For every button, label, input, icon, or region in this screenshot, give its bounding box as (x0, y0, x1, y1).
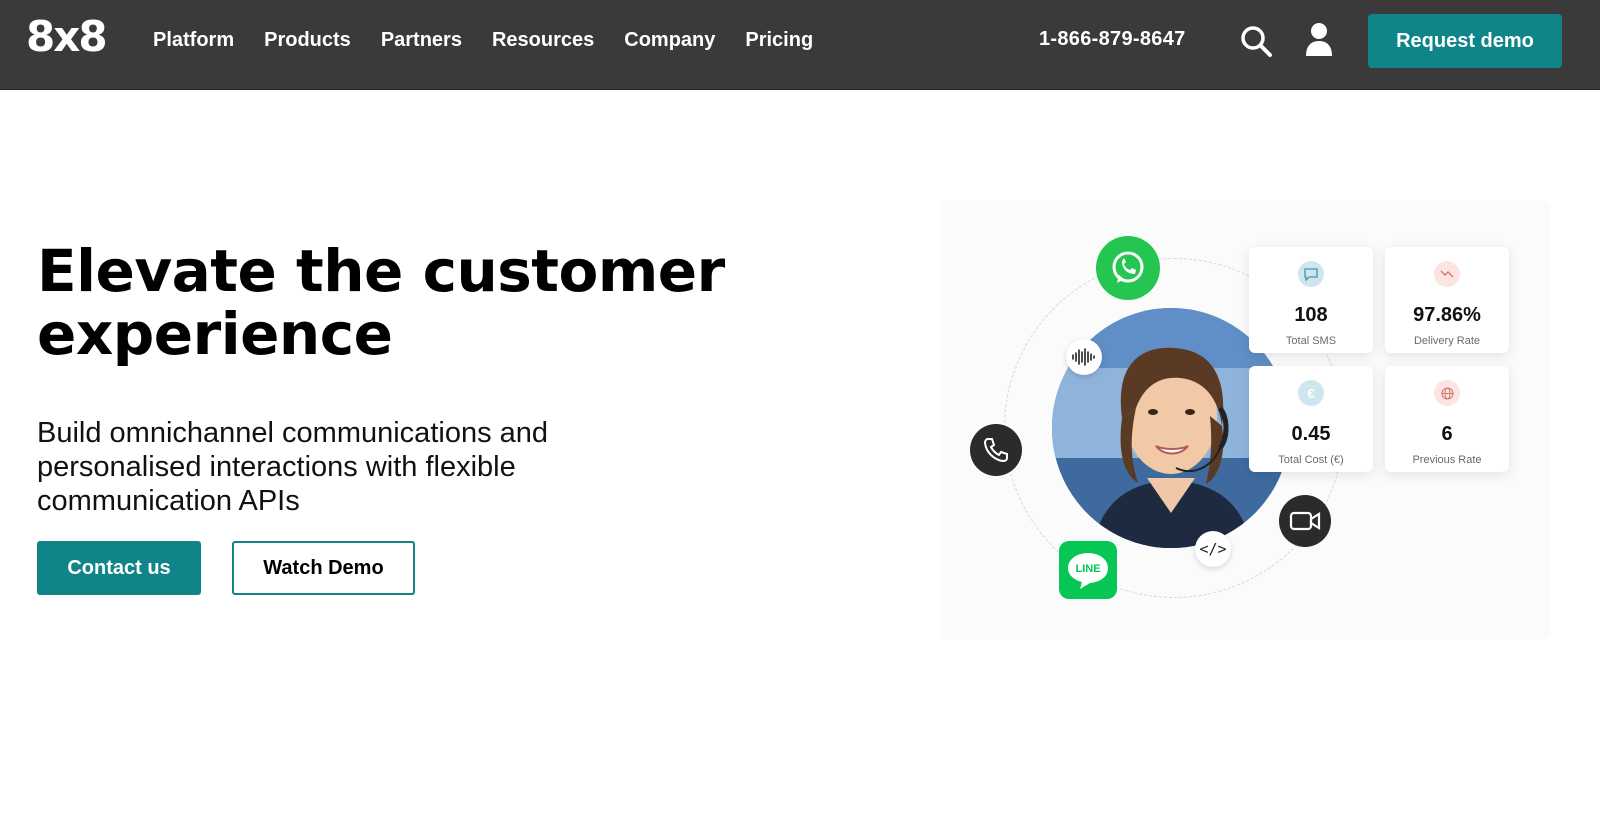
nav-link-partners[interactable]: Partners (381, 26, 462, 54)
request-demo-button[interactable]: Request demo (1368, 14, 1562, 68)
line-app-icon: LINE (1059, 541, 1117, 599)
message-icon (1298, 261, 1324, 287)
stat-card-total-sms: 108 Total SMS (1249, 247, 1373, 353)
nav-link-platform[interactable]: Platform (153, 26, 234, 54)
user-icon[interactable] (1304, 22, 1334, 58)
stat-value: 6 (1441, 423, 1453, 445)
stat-label: Delivery Rate (1413, 335, 1481, 347)
stat-card-previous-rate: 6 Previous Rate (1385, 366, 1509, 472)
whatsapp-icon (1096, 236, 1160, 300)
audio-wave-icon (1066, 339, 1102, 375)
stat-label: Previous Rate (1412, 454, 1482, 466)
stat-label: Total SMS (1285, 335, 1337, 347)
globe-icon (1434, 380, 1460, 406)
contact-us-button[interactable]: Contact us (37, 541, 201, 595)
watch-demo-button[interactable]: Watch Demo (232, 541, 415, 595)
euro-icon: € (1298, 380, 1324, 406)
nav-link-resources[interactable]: Resources (492, 26, 594, 54)
search-icon[interactable] (1239, 24, 1273, 58)
stat-value: 97.86% (1413, 304, 1481, 326)
nav-link-company[interactable]: Company (624, 26, 715, 54)
video-camera-icon (1279, 495, 1331, 547)
hero-subtitle: Build omnichannel communications and per… (37, 417, 549, 517)
stat-card-delivery-rate: 97.86% Delivery Rate (1385, 247, 1509, 353)
phone-icon (970, 424, 1022, 476)
logo[interactable]: 8x8 (26, 12, 108, 62)
hero-title-line-1: Elevate the customer (37, 237, 725, 305)
code-icon: </> (1195, 531, 1231, 567)
stat-value: 0.45 (1291, 423, 1331, 445)
trend-down-icon (1434, 261, 1460, 287)
nav-link-pricing[interactable]: Pricing (745, 26, 813, 54)
nav-link-products[interactable]: Products (264, 26, 351, 54)
top-navigation: 8x8 Platform Products Partners Resources… (0, 0, 1600, 90)
hero-title-line-2: experience (37, 300, 393, 368)
stat-label: Total Cost (€) (1278, 454, 1344, 466)
line-label: LINE (1075, 563, 1100, 575)
phone-number-link[interactable]: 1-866-879-8647 (1039, 25, 1186, 53)
hero-title: Elevate the customer experience (37, 240, 797, 366)
nav-links: Platform Products Partners Resources Com… (153, 26, 843, 54)
stat-value: 108 (1294, 304, 1328, 326)
stat-card-total-cost: € 0.45 Total Cost (€) (1249, 366, 1373, 472)
